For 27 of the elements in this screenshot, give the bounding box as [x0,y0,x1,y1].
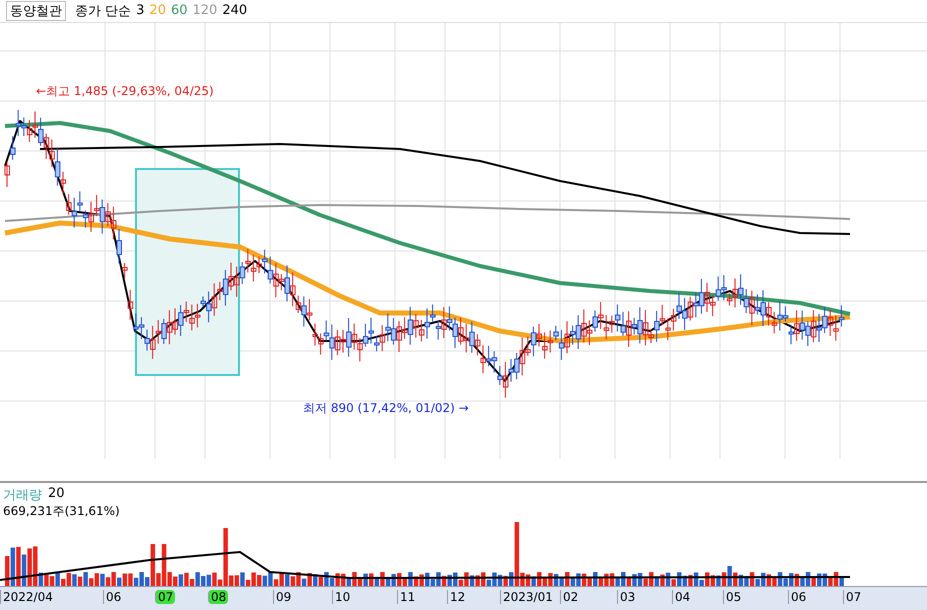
date-axis-label: 07 [843,590,864,604]
moving-average-period: 120 [192,3,218,18]
volume-period: 20 [48,486,65,503]
date-axis-label: 08 [208,590,228,604]
moving-average-period: 60 [170,3,188,18]
volume-reading: 669,231주(31,61%) [3,502,120,520]
indicator-label: 종가 단순 [75,2,132,20]
date-axis-label: 06 [788,590,808,604]
date-axis-label: 06 [103,590,124,604]
date-axis-label: 12 [447,590,468,604]
moving-average-period: 20 [149,3,166,18]
date-axis-label: 07 [155,590,176,604]
stock-name[interactable]: 동양철관 [6,0,66,21]
date-axis-label: 03 [617,590,638,604]
date-axis-label: 11 [397,590,418,604]
volume-title: 거래량 [3,486,42,504]
date-axis-label: 2023/01 [500,590,555,604]
date-axis-label: 02 [560,590,580,604]
date-axis-label: 2022/04 [0,590,55,604]
low-price-annotation: 최저 890 (17,42%, 01/02) → [303,400,469,417]
date-axis-label: 05 [723,590,744,604]
high-price-annotation: ←최고 1,485 (-29,63%, 04/25) [36,82,214,100]
date-axis-label: 09 [273,590,294,604]
date-axis-label: 04 [672,590,692,604]
moving-average-period: 3 [136,3,144,18]
date-axis-label: 10 [332,590,352,604]
moving-average-period: 240 [222,3,248,18]
